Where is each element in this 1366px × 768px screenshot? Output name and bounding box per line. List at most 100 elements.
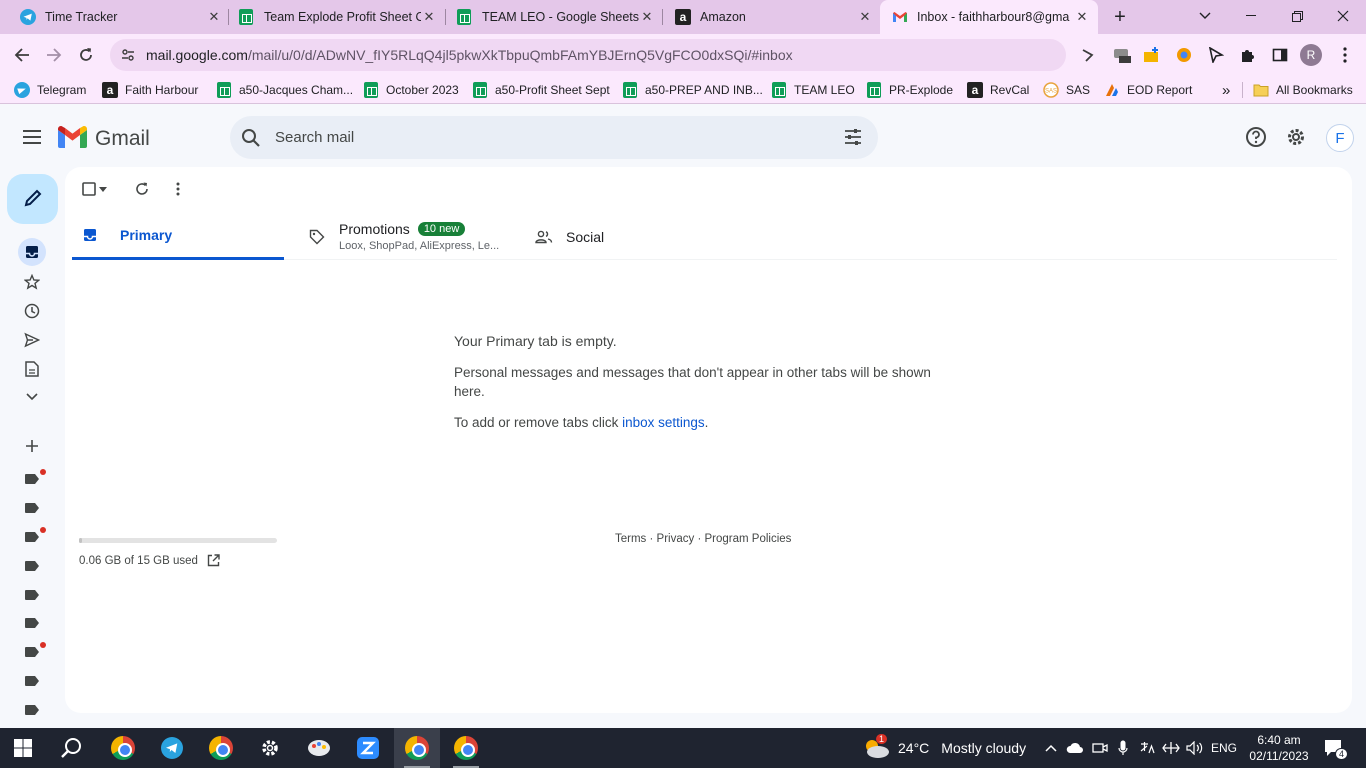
notification-center-icon[interactable]: 4 <box>1322 736 1348 760</box>
bookmark-pr-explode[interactable]: PR-Explode <box>866 81 953 99</box>
main-menu-icon[interactable] <box>20 125 44 149</box>
microphone-icon[interactable] <box>1114 728 1132 768</box>
close-icon[interactable]: ✕ <box>1074 9 1090 25</box>
search-icon[interactable] <box>241 128 261 148</box>
label-tag-icon[interactable] <box>20 698 44 722</box>
browser-tab-amazon[interactable]: a Amazon ✕ <box>663 0 881 34</box>
tag-icon <box>307 227 327 247</box>
browser-tab-team-explode[interactable]: Team Explode Profit Sheet O ✕ <box>227 0 445 34</box>
select-dropdown-icon[interactable] <box>97 179 109 199</box>
minimize-button[interactable] <box>1228 0 1274 32</box>
chrome-profile-icon[interactable] <box>100 728 146 768</box>
account-avatar[interactable]: F <box>1326 124 1354 152</box>
forward-button[interactable] <box>39 40 69 70</box>
chrome-window-r-icon[interactable] <box>394 728 440 768</box>
close-window-button[interactable] <box>1320 0 1366 32</box>
terms-link[interactable]: Terms <box>615 533 646 545</box>
create-label-icon[interactable] <box>20 434 44 458</box>
sas-icon: SAS <box>1043 82 1059 98</box>
network-icon[interactable] <box>1161 728 1181 768</box>
zoom-app-icon[interactable] <box>345 728 391 768</box>
label-tag-icon[interactable] <box>20 554 44 578</box>
extension-off-icon[interactable] <box>1113 46 1131 64</box>
close-icon[interactable]: ✕ <box>639 9 655 25</box>
select-all-checkbox[interactable] <box>79 179 99 199</box>
chrome-icon[interactable] <box>198 728 244 768</box>
taskbar-search-icon[interactable] <box>49 728 95 768</box>
input-method-icon[interactable] <box>1137 728 1157 768</box>
address-bar[interactable]: mail.google.com/mail/u/0/d/ADwNV_fIY5RLq… <box>110 39 1066 71</box>
bookmark-profit-sheet-sept[interactable]: a50-Profit Sheet Sept <box>472 81 610 99</box>
more-chevron-icon[interactable] <box>20 385 44 409</box>
refresh-icon[interactable] <box>132 179 152 199</box>
inbox-icon[interactable] <box>18 238 46 266</box>
bookmark-eod-report[interactable]: EOD Report <box>1104 81 1192 99</box>
label-tag-icon[interactable] <box>20 611 44 635</box>
start-button[interactable] <box>0 728 46 768</box>
extension-arrow-icon[interactable] <box>1079 46 1097 64</box>
bookmark-telegram[interactable]: Telegram <box>14 81 86 99</box>
program-policies-link[interactable]: Program Policies <box>704 533 791 545</box>
profile-avatar[interactable]: R <box>1300 44 1322 66</box>
extension-cursor-icon[interactable] <box>1207 46 1225 64</box>
language-indicator[interactable]: ENG <box>1208 728 1240 768</box>
bookmark-revcal[interactable]: a RevCal <box>967 81 1029 99</box>
volume-icon[interactable] <box>1185 728 1205 768</box>
snoozed-icon[interactable] <box>20 299 44 323</box>
label-tag-icon[interactable] <box>20 496 44 520</box>
site-info-icon[interactable] <box>121 48 135 62</box>
gmail-logo[interactable]: Gmail <box>58 126 150 151</box>
paint-app-icon[interactable] <box>296 728 342 768</box>
new-tab-button[interactable]: + <box>1108 5 1132 29</box>
label-tag-icon[interactable] <box>20 583 44 607</box>
telegram-app-icon[interactable] <box>149 728 195 768</box>
show-hidden-icons-chevron[interactable] <box>1042 728 1060 768</box>
bookmark-sas[interactable]: SAS SAS <box>1043 81 1090 99</box>
tab-search-icon[interactable] <box>1182 0 1228 32</box>
bookmark-faith-harbour[interactable]: a Faith Harbour <box>102 81 198 99</box>
sent-icon[interactable] <box>20 328 44 352</box>
weather-widget[interactable]: 1 24°C Mostly cloudy <box>862 734 1026 759</box>
chrome-window-icon[interactable] <box>443 728 489 768</box>
close-icon[interactable]: ✕ <box>857 9 873 25</box>
taskbar-clock[interactable]: 6:40 am 02/11/2023 <box>1248 732 1310 764</box>
settings-app-icon[interactable] <box>247 728 293 768</box>
settings-gear-icon[interactable] <box>1284 125 1308 149</box>
side-panel-icon[interactable] <box>1271 46 1289 64</box>
drafts-icon[interactable] <box>20 357 44 381</box>
label-tag-icon[interactable] <box>20 669 44 693</box>
search-input[interactable] <box>275 129 795 146</box>
all-bookmarks-button[interactable]: All Bookmarks <box>1253 81 1353 99</box>
restore-button[interactable] <box>1274 0 1320 32</box>
close-icon[interactable]: ✕ <box>206 9 222 25</box>
starred-icon[interactable] <box>20 270 44 294</box>
bookmark-october-2023[interactable]: October 2023 <box>363 81 459 99</box>
browser-tab-gmail[interactable]: Inbox - faithharbour8@gma ✕ <box>880 0 1098 34</box>
inbox-settings-link[interactable]: inbox settings <box>622 415 705 430</box>
tab-promotions[interactable]: Promotions 10 new Loox, ShopPad, AliExpr… <box>305 213 505 260</box>
tab-social[interactable]: Social <box>534 213 684 260</box>
compose-button[interactable] <box>7 174 58 224</box>
reload-button[interactable] <box>71 40 101 70</box>
extensions-puzzle-icon[interactable] <box>1239 46 1257 64</box>
privacy-link[interactable]: Privacy <box>657 533 695 545</box>
help-icon[interactable] <box>1244 125 1268 149</box>
browser-tab-team-leo[interactable]: TEAM LEO - Google Sheets ✕ <box>445 0 663 34</box>
tab-primary[interactable]: Primary <box>72 213 284 260</box>
extension-boost-icon[interactable] <box>1143 46 1161 64</box>
extension-circle-icon[interactable] <box>1175 46 1193 64</box>
close-icon[interactable]: ✕ <box>421 9 437 25</box>
search-options-icon[interactable] <box>844 128 862 146</box>
sheets-icon <box>866 82 882 98</box>
bookmark-team-leo[interactable]: TEAM LEO <box>771 81 855 99</box>
camera-icon[interactable] <box>1090 728 1110 768</box>
onedrive-icon[interactable] <box>1065 728 1085 768</box>
bookmark-jacques[interactable]: a50-Jacques Cham... <box>216 81 353 99</box>
bookmarks-overflow-button[interactable]: » <box>1222 81 1230 99</box>
back-button[interactable] <box>7 40 37 70</box>
browser-tab-time-tracker[interactable]: Time Tracker ✕ <box>8 0 230 34</box>
open-in-new-icon[interactable] <box>207 554 220 567</box>
browser-menu-icon[interactable] <box>1336 46 1354 64</box>
bookmark-prep-and-inb[interactable]: a50-PREP AND INB... <box>622 81 763 99</box>
more-options-icon[interactable] <box>168 179 188 199</box>
